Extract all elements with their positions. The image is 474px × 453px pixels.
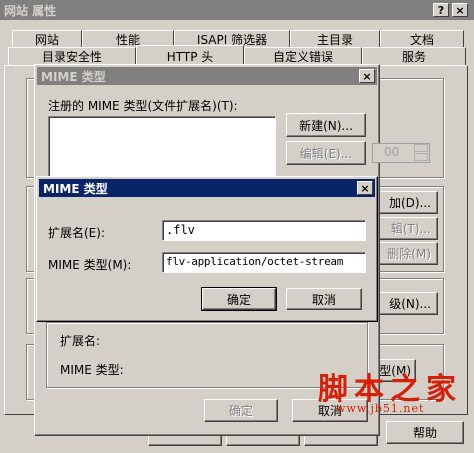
tab-custom-errors[interactable]: 自定义错误 (244, 47, 362, 65)
tab-documents[interactable]: 文档 (380, 30, 464, 48)
details-extension-label: 扩展名: (60, 334, 101, 348)
help-icon[interactable]: ? (433, 3, 449, 17)
mime-types-ok-button[interactable]: 确定 (204, 399, 278, 422)
mime-types-dialog-titlebar[interactable]: MIME 类型 (37, 67, 377, 85)
extension-input-value: .flv (166, 223, 195, 237)
main-window-title: 网站 属性 (4, 3, 57, 18)
new-mime-button[interactable]: 新建(N)... (286, 113, 366, 137)
mime-type-label: MIME 类型(M): (48, 258, 132, 272)
tab-http-headers[interactable]: HTTP 头 (136, 45, 244, 66)
tab-service[interactable]: 服务 (362, 47, 466, 65)
mime-types-close-icon[interactable]: × (359, 69, 375, 83)
main-window-titlebar[interactable]: 网站 属性 (0, 0, 474, 20)
mime-edit-dialog-titlebar[interactable]: MIME 类型 (39, 179, 375, 197)
registered-mime-label: 注册的 MIME 类型(文件扩展名)(T): (48, 99, 238, 113)
tab-directory-security[interactable]: 目录安全性 (8, 47, 136, 65)
extension-label: 扩展名(E): (48, 226, 105, 240)
mime-type-input[interactable]: flv-application/octet-stream (162, 252, 366, 273)
mime-edit-close-icon[interactable]: × (357, 181, 373, 195)
expire-spinner-value: 00 (384, 145, 400, 159)
extension-input[interactable]: .flv (162, 220, 366, 241)
watermark-url: www.jb51.net (336, 402, 425, 415)
spinner-up-icon[interactable] (414, 144, 428, 152)
edit-ok-button[interactable]: 确定 (201, 287, 277, 311)
edit-mime-button[interactable]: 编辑(E)... (286, 141, 366, 165)
mime-type-input-value: flv-application/octet-stream (166, 255, 344, 268)
mime-types-list[interactable] (48, 116, 276, 182)
tab-home-directory[interactable]: 主目录 (290, 30, 380, 48)
spinner-down-icon[interactable] (414, 153, 428, 161)
edit-cancel-button[interactable]: 取消 (286, 288, 362, 310)
close-icon[interactable]: × (452, 3, 468, 17)
details-mime-label: MIME 类型: (60, 363, 124, 377)
tab-website[interactable]: 网站 (12, 30, 82, 48)
help-button-main[interactable]: 帮助 (386, 421, 464, 444)
